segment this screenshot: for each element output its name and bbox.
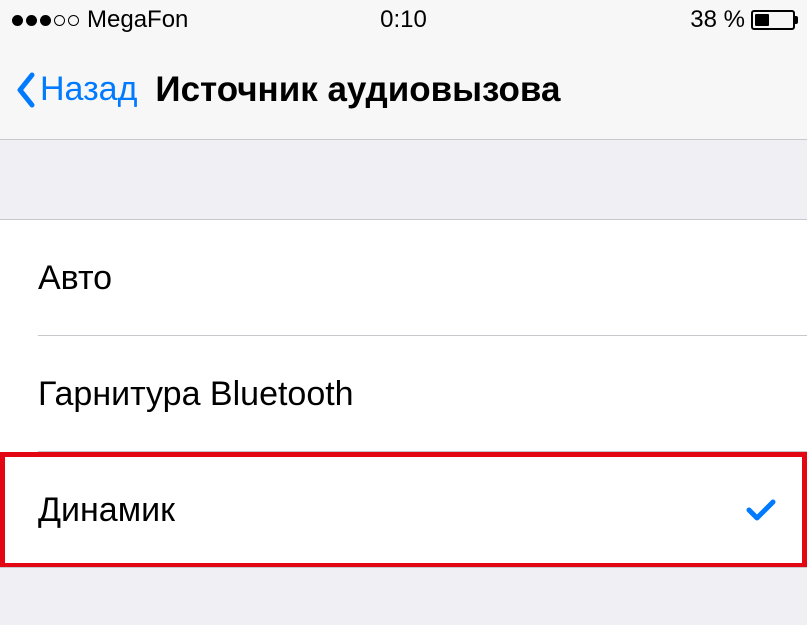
section-spacer bbox=[0, 140, 807, 220]
list-item-label: Гарнитура Bluetooth bbox=[38, 375, 354, 414]
list-item-auto[interactable]: Авто bbox=[0, 220, 807, 336]
navigation-bar: Назад Источник аудиовызова bbox=[0, 40, 807, 140]
status-left: MegaFon bbox=[12, 6, 188, 34]
carrier-label: MegaFon bbox=[87, 6, 188, 34]
back-button[interactable]: Назад bbox=[14, 70, 137, 110]
page-title: Источник аудиовызова bbox=[155, 70, 560, 110]
chevron-left-icon bbox=[14, 70, 38, 110]
list-item-label: Авто bbox=[38, 259, 112, 298]
battery-icon bbox=[751, 10, 795, 30]
status-time: 0:10 bbox=[380, 6, 427, 34]
options-list: Авто Гарнитура Bluetooth Динамик bbox=[0, 220, 807, 568]
status-right: 38 % bbox=[690, 6, 795, 34]
back-label: Назад bbox=[40, 70, 137, 109]
list-item-speaker[interactable]: Динамик bbox=[0, 452, 807, 568]
list-item-label: Динамик bbox=[38, 491, 175, 530]
signal-strength-icon bbox=[12, 15, 79, 26]
checkmark-icon bbox=[745, 494, 777, 526]
status-bar: MegaFon 0:10 38 % bbox=[0, 0, 807, 40]
battery-percentage: 38 % bbox=[690, 6, 745, 34]
list-item-bluetooth-headset[interactable]: Гарнитура Bluetooth bbox=[0, 336, 807, 452]
